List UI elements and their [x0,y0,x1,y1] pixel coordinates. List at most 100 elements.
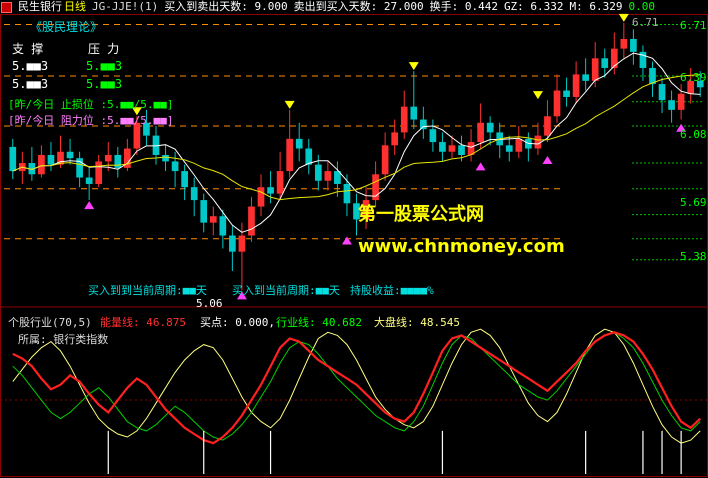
candle-body [439,142,446,152]
candle-body [591,58,599,81]
candle-body [572,74,580,97]
stop-loss-label: [昨/今日 止损位 :5.■■/5.■■] [8,98,174,111]
buy-point-label: 买点: 0.000, [200,316,275,329]
gz-value: GZ: 6.332 [503,0,564,13]
ma-slow-line [12,74,701,201]
candle-body [343,183,351,204]
candle-body [47,154,55,165]
chart-stage: 民生银行 日线 JG-JJE!(1) 买入到卖出天数: 9.000 卖出到买入天数: 2… [0,0,708,478]
candle-body [305,148,313,165]
candle-body [677,93,685,110]
candle-body [171,161,179,172]
buy-marker [542,155,553,164]
candle-body [458,145,465,155]
current-period-text: 买入到当前周期:■■天 [232,284,340,297]
sell-to-buy-days: 卖出到买入天数: 27.000 [293,0,424,13]
pressure-value-1: 5.■■3 [86,59,123,73]
price-label-5-38: 5.38 [680,250,707,263]
candle-body [601,58,609,68]
candle-body [286,138,294,172]
period-days-text: 买入到到当前周期:■■天 [88,284,207,297]
candle-body [668,100,675,110]
candle-body [620,38,628,49]
candle-body [515,138,523,152]
market-line-label: 大盘线: 48.545 [374,316,460,329]
pressure-label: 压 力 [88,42,120,56]
industry-line-label: 行业线: 40.682 [276,316,362,329]
candle-body [181,171,188,188]
stock-name: 民生银行 [18,0,62,13]
candle-body [553,90,561,117]
sell-marker [284,100,295,109]
candle-body [610,48,618,68]
candle-body [9,146,17,172]
candle-body [505,145,513,152]
candle-body [38,154,45,175]
candle-body [190,187,198,201]
sell-marker [618,13,629,22]
candle-body [267,187,274,194]
support-label: 支 撑 [12,42,44,56]
turnover-value: 换手: 0.442 [429,0,498,13]
buy-marker [84,201,95,210]
period-label[interactable]: 日线 [64,0,86,13]
candle-body [229,235,236,252]
candle-body [563,90,570,97]
sub-title: 个股行业(70,5) [8,316,92,329]
candle-body [582,74,589,81]
holding-yield-text: 持股收益:■■■■% [350,284,434,297]
candle-body [114,154,122,168]
candle-body [429,129,437,143]
candle-body [324,171,332,181]
candle-body [381,145,389,175]
support-value-2: 5.■■3 [12,77,49,91]
candle-body [238,235,246,252]
candle-body [248,206,255,236]
m-value: M: 6.329 [569,0,623,13]
candle-body [410,106,418,120]
candle-body [391,132,399,146]
theory-title: 《股民理论》 [30,20,103,34]
header-bar: 民生银行 日线 JG-JJE!(1) 买入到卖出天数: 9.000 卖出到买入天数: 2… [0,0,708,14]
tail-value: 0.00 [628,0,656,13]
price-label-5-69: 5.69 [680,196,707,209]
candle-body [448,145,456,152]
candle-body [419,119,427,130]
candle-body [544,116,551,136]
candle-body [85,177,93,184]
low-price-label: 5.06 [196,297,223,310]
candle-body [630,38,637,52]
indicator-name: JG-JJE!(1) [92,0,159,13]
energy-line-label: 能量线: 46.875 [100,316,186,329]
resistance-label: [昨/今日 阻力位 :5.■■/5.■■] [8,114,174,127]
candle-body [314,164,322,181]
price-label-6-08: 6.08 [680,128,707,141]
candle-body [658,84,666,101]
buy-marker [475,162,486,171]
candle-body [104,154,112,162]
price-label-6-39: 6.39 [680,71,707,84]
candle-body [95,161,103,184]
support-value-1: 5.■■3 [12,59,49,73]
candle-body [200,200,208,223]
buy-to-sell-days: 买入到卖出天数: 9.000 [164,0,288,13]
candle-body [162,154,169,162]
buy-marker [341,236,352,245]
candle-body [276,171,284,194]
candle-body [209,216,217,223]
candle-body [66,151,74,159]
candle-body [295,138,303,149]
close-icon[interactable] [1,1,12,13]
candle-body [400,106,408,133]
sell-marker [532,91,543,100]
sell-marker [408,62,419,71]
price-label-6-71-top: 6.71 [680,19,707,32]
sector-belong-label: 所属: 银行类指数 [18,333,109,346]
candle-body [477,122,484,143]
candle-body [257,187,265,207]
energy-line [12,331,701,445]
candle-body [486,122,494,133]
price-label-6-71: 6.71 [632,16,659,29]
candle-body [219,216,227,236]
pressure-value-2: 5.■■3 [86,77,123,91]
